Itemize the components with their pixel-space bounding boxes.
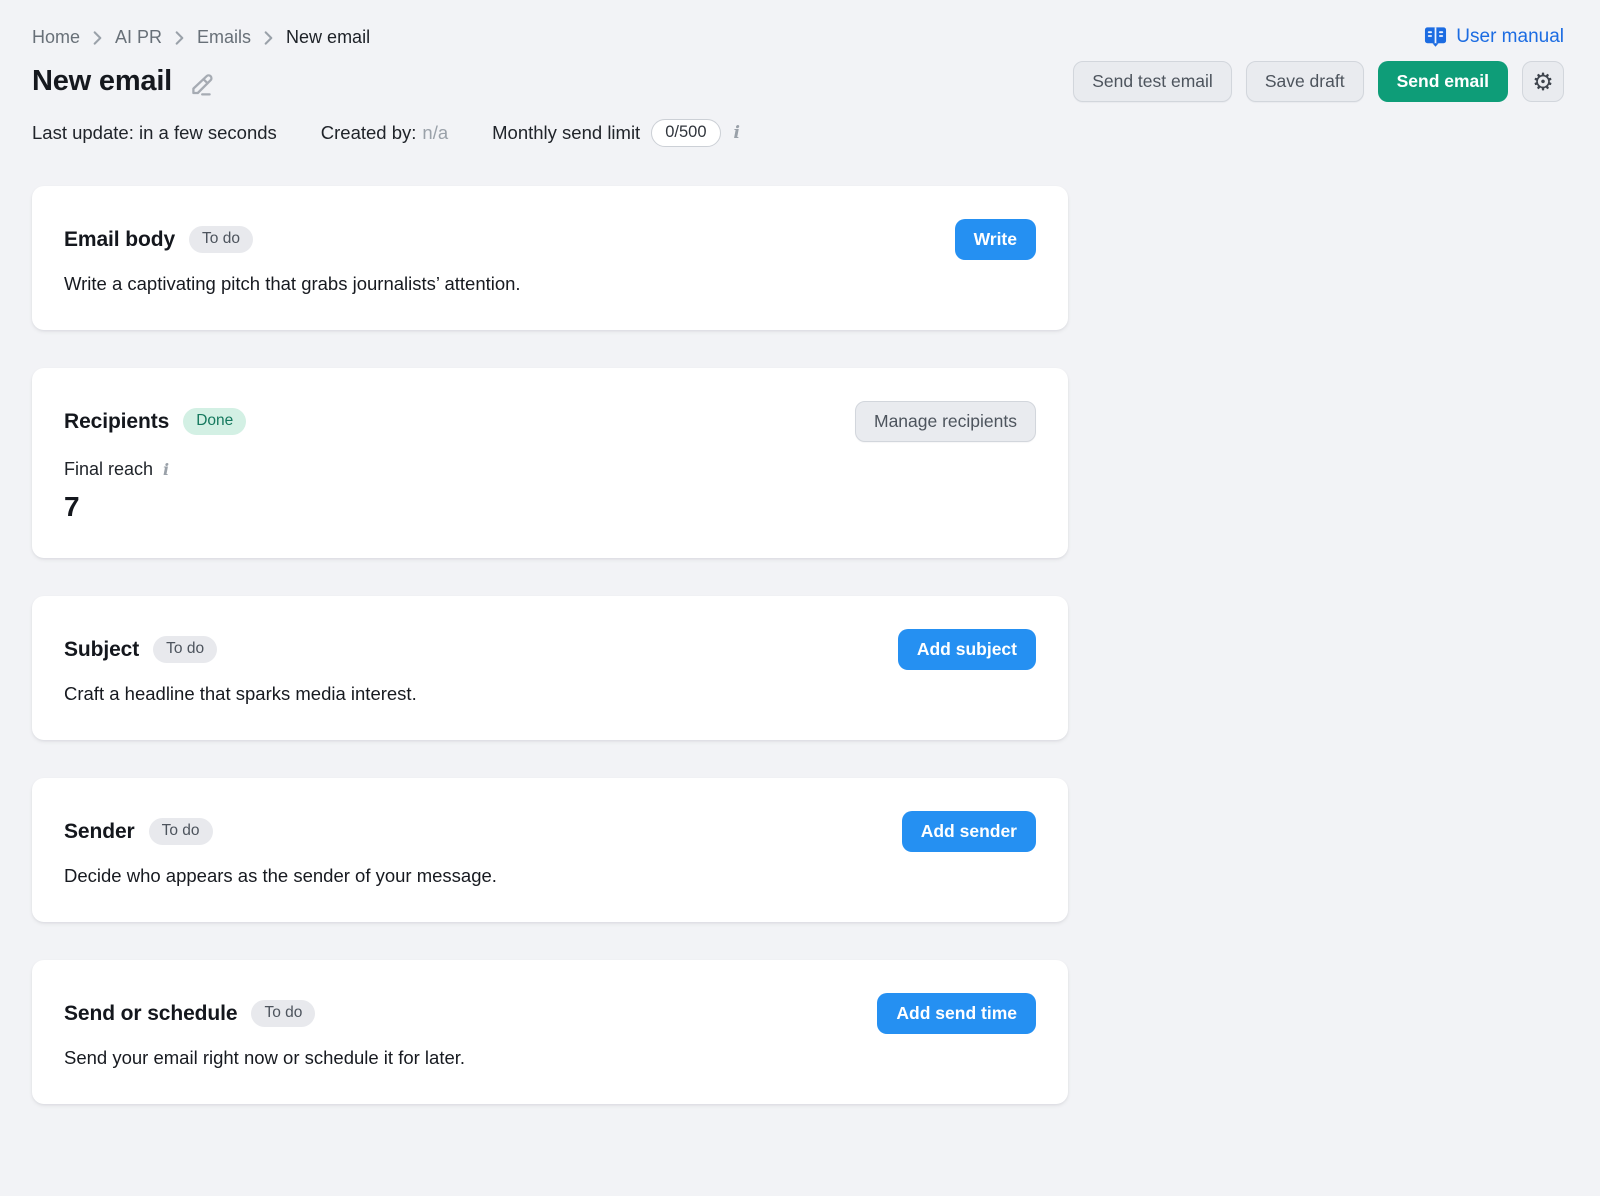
status-badge: Done (183, 408, 246, 435)
send-test-email-button[interactable]: Send test email (1073, 61, 1232, 102)
send-limit-label: Monthly send limit (492, 122, 640, 144)
add-sender-button[interactable]: Add sender (902, 811, 1036, 852)
topbar: Home AI PR Emails New email (32, 26, 1564, 48)
info-icon[interactable]: i (734, 123, 740, 143)
sender-card: Sender To do Add sender Decide who appea… (32, 778, 1068, 922)
card-title: Recipients (64, 410, 169, 434)
page-title: New email (32, 65, 172, 98)
card-title: Subject (64, 638, 139, 662)
send-limit-pill: 0/500 (651, 119, 720, 147)
save-draft-button[interactable]: Save draft (1246, 61, 1364, 102)
breadcrumb: Home AI PR Emails New email (32, 27, 370, 48)
monthly-send-limit: Monthly send limit 0/500 i (492, 119, 740, 147)
created-by-label: Created by: (321, 122, 417, 144)
breadcrumb-ai-pr[interactable]: AI PR (115, 27, 162, 48)
card-description: Send your email right now or schedule it… (64, 1047, 1036, 1069)
card-title: Email body (64, 228, 175, 252)
card-title: Sender (64, 820, 135, 844)
card-description: Decide who appears as the sender of your… (64, 865, 1036, 887)
card-description: Craft a headline that sparks media inter… (64, 683, 1036, 705)
last-update: Last update: in a few seconds (32, 122, 277, 144)
meta-row: Last update: in a few seconds Created by… (32, 119, 1564, 147)
status-badge: To do (153, 636, 217, 663)
book-icon (1424, 26, 1447, 48)
created-by-value: n/a (422, 122, 448, 144)
breadcrumb-home[interactable]: Home (32, 27, 80, 48)
breadcrumb-emails[interactable]: Emails (197, 27, 251, 48)
breadcrumb-current: New email (286, 27, 370, 48)
add-subject-button[interactable]: Add subject (898, 629, 1036, 670)
header-actions: Send test email Save draft Send email ⚙ (1073, 61, 1564, 102)
user-manual-label: User manual (1456, 26, 1564, 48)
subject-card: Subject To do Add subject Craft a headli… (32, 596, 1068, 740)
gear-icon: ⚙ (1532, 70, 1554, 94)
final-reach-label: Final reach (64, 459, 153, 480)
final-reach-value: 7 (64, 491, 1036, 523)
status-badge: To do (251, 1000, 315, 1027)
card-description: Write a captivating pitch that grabs jou… (64, 273, 1036, 295)
title-row: New email Send test email Save draft Sen… (32, 61, 1564, 102)
chevron-right-icon (175, 31, 184, 45)
card-title: Send or schedule (64, 1002, 237, 1026)
page: Home AI PR Emails New email (0, 0, 1600, 1104)
user-manual-link[interactable]: User manual (1424, 26, 1564, 48)
created-by: Created by: n/a (321, 122, 448, 144)
write-button[interactable]: Write (955, 219, 1036, 260)
chevron-right-icon (264, 31, 273, 45)
email-body-card: Email body To do Write Write a captivati… (32, 186, 1068, 330)
add-send-time-button[interactable]: Add send time (877, 993, 1036, 1034)
status-badge: To do (189, 226, 253, 253)
recipients-card: Recipients Done Manage recipients Final … (32, 368, 1068, 558)
settings-button[interactable]: ⚙ (1522, 61, 1564, 102)
edit-title-icon[interactable] (187, 71, 215, 99)
info-icon[interactable]: i (163, 460, 169, 479)
manage-recipients-button[interactable]: Manage recipients (855, 401, 1036, 442)
chevron-right-icon (93, 31, 102, 45)
send-email-button[interactable]: Send email (1378, 61, 1508, 102)
status-badge: To do (149, 818, 213, 845)
send-or-schedule-card: Send or schedule To do Add send time Sen… (32, 960, 1068, 1104)
